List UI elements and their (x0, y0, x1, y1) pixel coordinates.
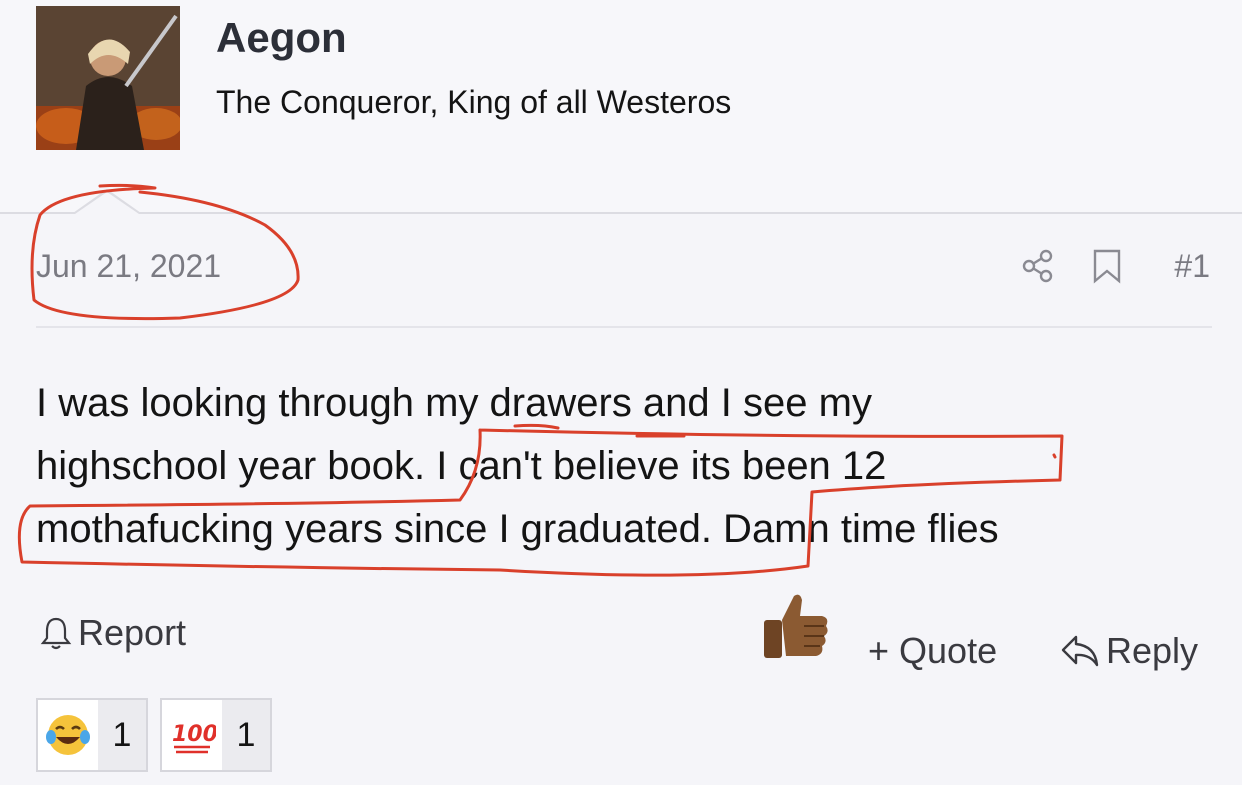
quote-button[interactable]: + Quote (868, 630, 997, 672)
divider (36, 326, 1212, 328)
post-body-line: highschool year book. I can't believe it… (36, 444, 887, 488)
reaction-summary: 1 100 1 (36, 698, 284, 772)
post-body-line: I was looking through my drawers and I s… (36, 381, 872, 425)
post-body-line: mothafucking years since I graduated. Da… (36, 507, 999, 551)
reaction-count: 1 (98, 700, 146, 770)
reply-button[interactable]: Reply (1060, 630, 1198, 672)
post-body: I was looking through my drawers and I s… (36, 372, 1216, 561)
share-icon[interactable] (1020, 248, 1056, 284)
report-button[interactable]: Report (40, 612, 186, 654)
user-title: The Conqueror, King of all Westeros (216, 84, 732, 120)
reaction-laugh[interactable]: 1 (36, 698, 148, 772)
hundred-points-icon: 100 (162, 700, 222, 770)
reaction-count: 1 (222, 700, 270, 770)
reply-label: Reply (1106, 630, 1199, 671)
svg-text:100: 100 (172, 722, 216, 747)
thumbs-up-sticker (760, 590, 832, 662)
bell-icon (40, 617, 72, 650)
tears-of-joy-icon (38, 700, 98, 770)
post-meta-actions: #1 (984, 246, 1210, 286)
post-number[interactable]: #1 (1174, 248, 1210, 285)
report-label: Report (78, 612, 187, 653)
thumbs-up-icon (764, 594, 828, 658)
knight-avatar-icon (36, 6, 180, 150)
post-date[interactable]: Jun 21, 2021 (36, 248, 221, 285)
post-author-header: Aegon The Conqueror, King of all Westero… (0, 0, 1242, 214)
header-arrow-fill (75, 192, 139, 214)
reaction-hundred[interactable]: 100 1 (160, 698, 272, 772)
username[interactable]: Aegon (216, 14, 347, 62)
user-avatar[interactable] (36, 6, 180, 150)
reply-arrow-icon (1061, 635, 1099, 667)
bookmark-icon[interactable] (1092, 248, 1122, 284)
